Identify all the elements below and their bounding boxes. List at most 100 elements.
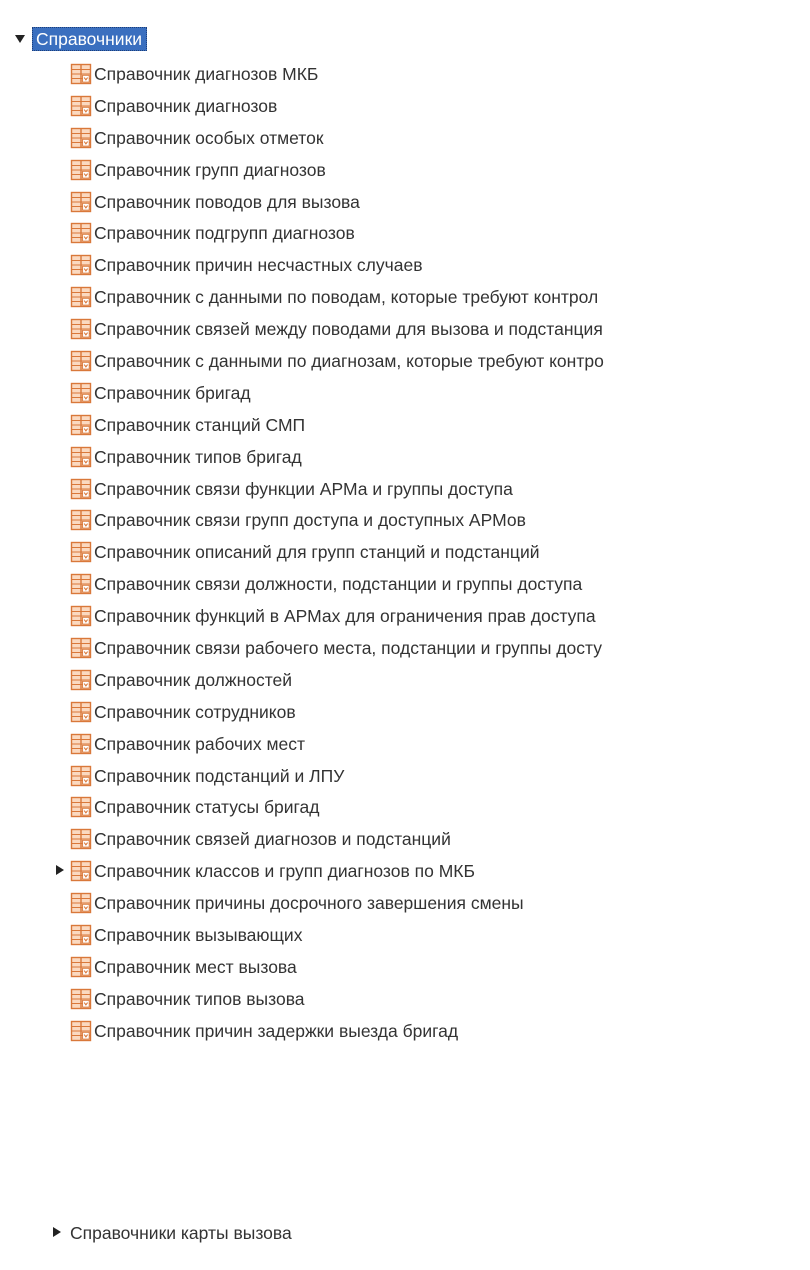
tree-item-label: Справочник подгрупп диагнозов xyxy=(94,223,355,244)
collapsed-triangle-icon[interactable] xyxy=(53,864,67,878)
table-document-icon xyxy=(70,350,92,372)
tree-item[interactable]: Справочник групп диагнозов xyxy=(0,154,810,186)
table-document-icon xyxy=(70,446,92,468)
tree-item[interactable]: Справочник мест вызова xyxy=(0,951,810,983)
collapsed-triangle-icon[interactable] xyxy=(50,1226,64,1240)
table-document-icon xyxy=(70,382,92,404)
tree-item-label: Справочник групп диагнозов xyxy=(94,159,326,180)
table-document-icon xyxy=(70,127,92,149)
table-document-icon xyxy=(70,605,92,627)
tree-item[interactable]: Справочник подстанций и ЛПУ xyxy=(0,760,810,792)
tree-item[interactable]: Справочник поводов для вызова xyxy=(0,186,810,218)
tree-item-label: Справочник причин задержки выезда бригад xyxy=(94,1020,459,1041)
table-document-icon xyxy=(70,701,92,723)
tree-item-label: Справочник сотрудников xyxy=(94,701,296,722)
table-document-icon xyxy=(70,254,92,276)
tree-item-label: Справочник станций СМП xyxy=(94,414,306,435)
tree-item-label: Справочник причины досрочного завершения… xyxy=(94,893,524,914)
tree-item-label: Справочник типов вызова xyxy=(94,988,305,1009)
tree-item[interactable]: Справочник должностей xyxy=(0,664,810,696)
table-document-icon xyxy=(70,414,92,436)
table-document-icon xyxy=(70,796,92,818)
tree-item-label: Справочник диагнозов xyxy=(94,95,278,116)
tree-item-label: Справочник с данными по диагнозам, котор… xyxy=(94,350,604,371)
table-document-icon xyxy=(70,637,92,659)
tree-item-label: Справочник связей диагнозов и подстанций xyxy=(94,829,451,850)
tree-item-label: Справочник типов бригад xyxy=(94,446,302,467)
tree-item-label: Справочник описаний для групп станций и … xyxy=(94,542,540,563)
tree-item[interactable]: Справочник связи рабочего места, подстан… xyxy=(0,632,810,664)
tree-children: Справочник диагнозов МКБ Справочник диагн… xyxy=(0,58,810,1047)
tree-item[interactable]: Справочник диагнозов xyxy=(0,90,810,122)
tree-node-call-card-directories[interactable]: Справочники карты вызова xyxy=(50,1220,292,1246)
table-document-icon xyxy=(70,892,92,914)
tree-item-label: Справочник должностей xyxy=(94,669,293,690)
tree-item[interactable]: Справочник связи функции АРМа и группы д… xyxy=(0,473,810,505)
table-document-icon xyxy=(70,159,92,181)
tree-item-label: Справочник связи рабочего места, подстан… xyxy=(94,637,602,658)
tree-item-label: Справочник связи должности, подстанции и… xyxy=(94,574,583,595)
tree-item[interactable]: Справочник станций СМП xyxy=(0,409,810,441)
table-document-icon xyxy=(70,541,92,563)
tree-item-label: Справочник с данными по поводам, которые… xyxy=(94,287,599,308)
table-document-icon xyxy=(70,478,92,500)
tree-item-label: Справочник связи функции АРМа и группы д… xyxy=(94,478,513,499)
tree-item-label: Справочник подстанций и ЛПУ xyxy=(94,765,345,786)
tree-item[interactable]: Справочник с данными по диагнозам, котор… xyxy=(0,345,810,377)
tree-item-label: Справочник связи групп доступа и доступн… xyxy=(94,510,526,531)
tree-item[interactable]: Справочник связи должности, подстанции и… xyxy=(0,568,810,600)
tree-item-label: Справочник классов и групп диагнозов по … xyxy=(94,861,475,882)
tree-item[interactable]: Справочник типов вызова xyxy=(0,983,810,1015)
table-document-icon xyxy=(70,828,92,850)
tree-node-label: Справочники карты вызова xyxy=(70,1223,292,1243)
tree-item[interactable]: Справочник связи групп доступа и доступн… xyxy=(0,504,810,536)
tree-item[interactable]: Справочник сотрудников xyxy=(0,696,810,728)
tree-item-label: Справочник функций в АРМах для ограничен… xyxy=(94,606,596,627)
expanded-triangle-icon[interactable] xyxy=(14,32,28,46)
tree-item[interactable]: Справочник статусы бригад xyxy=(0,791,810,823)
tree-item[interactable]: Справочник причин задержки выезда бригад xyxy=(0,1015,810,1047)
tree-item[interactable]: Справочник причины досрочного завершения… xyxy=(0,887,810,919)
tree-item[interactable]: Справочник описаний для групп станций и … xyxy=(0,536,810,568)
tree-item[interactable]: Справочник бригад xyxy=(0,377,810,409)
tree-item-label: Справочник поводов для вызова xyxy=(94,191,360,212)
table-document-icon xyxy=(70,318,92,340)
table-document-icon xyxy=(70,509,92,531)
tree-item[interactable]: Справочник с данными по поводам, которые… xyxy=(0,281,810,313)
tree-item-label: Справочник бригад xyxy=(94,382,251,403)
tree-item[interactable]: Справочник вызывающих xyxy=(0,919,810,951)
tree-node-root-label[interactable]: Справочники xyxy=(32,27,148,51)
table-document-icon xyxy=(70,733,92,755)
table-document-icon xyxy=(70,573,92,595)
tree-item-label: Справочник вызывающих xyxy=(94,924,303,945)
table-document-icon xyxy=(70,924,92,946)
tree-item[interactable]: Справочник диагнозов МКБ xyxy=(0,58,810,90)
table-document-icon xyxy=(70,765,92,787)
directory-tree: Справочники Справочник диагнозов МКБ Спра… xyxy=(0,0,810,1270)
tree-item[interactable]: Справочник рабочих мест xyxy=(0,728,810,760)
table-document-icon xyxy=(70,191,92,213)
table-document-icon xyxy=(70,669,92,691)
table-document-icon xyxy=(70,988,92,1010)
table-document-icon xyxy=(70,63,92,85)
tree-item-label: Справочник статусы бригад xyxy=(94,797,320,818)
table-document-icon xyxy=(70,1020,92,1042)
tree-item-label: Справочник особых отметок xyxy=(94,127,324,148)
tree-item[interactable]: Справочник связей между поводами для выз… xyxy=(0,313,810,345)
tree-item[interactable]: Справочник функций в АРМах для ограничен… xyxy=(0,600,810,632)
tree-item-label: Справочник рабочих мест xyxy=(94,733,305,754)
tree-item[interactable]: Справочник типов бригад xyxy=(0,441,810,473)
tree-node-root[interactable]: Справочники xyxy=(14,26,148,52)
table-document-icon xyxy=(70,222,92,244)
tree-item-label: Справочник мест вызова xyxy=(94,956,297,977)
tree-item[interactable]: Справочник подгрупп диагнозов xyxy=(0,217,810,249)
tree-item[interactable]: Справочник связей диагнозов и подстанций xyxy=(0,823,810,855)
tree-item-label: Справочник причин несчастных случаев xyxy=(94,255,423,276)
table-document-icon xyxy=(70,95,92,117)
table-document-icon xyxy=(70,286,92,308)
tree-item[interactable]: Справочник классов и групп диагнозов по … xyxy=(0,855,810,887)
tree-item-label: Справочник связей между поводами для выз… xyxy=(94,319,603,340)
table-document-icon xyxy=(70,956,92,978)
tree-item[interactable]: Справочник особых отметок xyxy=(0,122,810,154)
tree-item[interactable]: Справочник причин несчастных случаев xyxy=(0,249,810,281)
